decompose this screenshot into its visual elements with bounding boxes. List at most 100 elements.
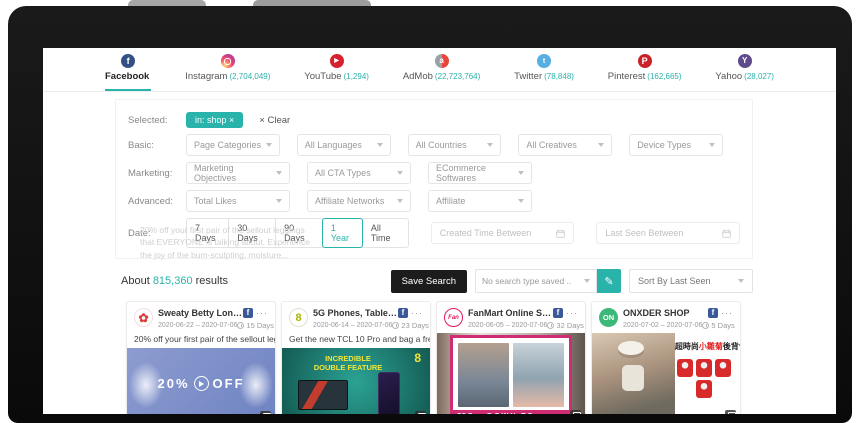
basic-row: Basic: Page Categories All Languages All…	[128, 134, 740, 156]
affiliate-select[interactable]: Affiliate	[428, 190, 532, 212]
total-likes-select[interactable]: Total Likes	[186, 190, 290, 212]
more-menu-icon[interactable]: ···	[256, 311, 268, 316]
creatives-select[interactable]: All Creatives	[518, 134, 612, 156]
ad-card[interactable]: Fan FanMart Online Shopping - F... f··· …	[436, 301, 586, 414]
play-icon[interactable]	[194, 376, 209, 391]
media-type-badge	[725, 410, 736, 414]
page-categories-select[interactable]: Page Categories	[186, 134, 280, 156]
yahoo-icon: Y	[738, 54, 752, 68]
ad-card[interactable]: 8 5G Phones, Tablets & SIMs | ... f··· 2…	[281, 301, 431, 414]
tab-label: Facebook	[105, 71, 149, 82]
cta-types-select[interactable]: All CTA Types	[307, 162, 411, 184]
advertiser-logo: Fan	[444, 308, 463, 327]
media-type-badge	[415, 411, 426, 414]
more-menu-icon[interactable]: ···	[411, 311, 423, 316]
affiliate-networks-select[interactable]: Affiliate Networks	[307, 190, 411, 212]
chevron-down-icon	[397, 171, 403, 175]
ad-creative-image[interactable]: 超時尚小雛菊後背包	[592, 333, 740, 414]
results-count: 815,360	[153, 275, 193, 287]
pencil-icon: ✎	[604, 275, 613, 288]
selected-row: Selected: in: shop × × Clear	[128, 112, 740, 128]
calendar-icon	[556, 229, 565, 238]
ad-creative-image[interactable]: DOWN TO $3.5	[437, 333, 585, 414]
tab-count: (78,848)	[544, 72, 574, 81]
facebook-icon: f	[121, 54, 135, 68]
ad-date-range: 2020-07-02 – 2020-07-06	[623, 322, 702, 329]
countries-select[interactable]: All Countries	[408, 134, 502, 156]
facebook-icon: f	[553, 308, 563, 318]
languages-select[interactable]: All Languages	[297, 134, 391, 156]
tab-label: AdMob	[403, 71, 433, 82]
ad-text-tooltip: 20% off your first pair of the sellout l…	[140, 224, 310, 261]
tab-count: (162,665)	[647, 72, 681, 81]
chevron-down-icon	[397, 199, 403, 203]
sort-dropdown[interactable]: Sort By Last Seen	[629, 269, 753, 293]
ecommerce-softwares-select[interactable]: ECommerce Softwares	[428, 162, 532, 184]
marketing-objectives-select[interactable]: Marketing Objectives	[186, 162, 290, 184]
twitter-icon: t	[537, 54, 551, 68]
advertiser-name[interactable]: Sweaty Betty London | Wom...	[158, 308, 243, 318]
facebook-icon: f	[243, 308, 253, 318]
created-time-between-input[interactable]: Created Time Between	[431, 222, 575, 244]
tab-count: (2,704,049)	[229, 72, 270, 81]
ad-date-range: 2020-06-22 – 2020-07-06	[158, 322, 237, 329]
tab-facebook[interactable]: f Facebook	[105, 54, 151, 91]
advertiser-logo: ON	[599, 308, 618, 327]
saved-search-dropdown[interactable]: No search type saved ..	[475, 269, 597, 293]
collage-frame: DOWN TO $3.5	[450, 335, 572, 414]
date-all-time-button[interactable]: All Time	[362, 218, 409, 248]
selected-label: Selected:	[128, 115, 186, 126]
clear-filters-link[interactable]: × Clear	[259, 115, 290, 126]
more-menu-icon[interactable]: ···	[566, 311, 578, 316]
page: f Facebook Instagram(2,704,049) ▶ YouTub…	[0, 0, 860, 423]
chevron-down-icon	[377, 143, 383, 147]
ad-card[interactable]: ON ONXDER SHOP f··· 2020-07-02 – 2020-07…	[591, 301, 741, 414]
ad-creative-image[interactable]: INCREDIBLE DOUBLE FEATURE 8	[282, 348, 430, 414]
app-screen: f Facebook Instagram(2,704,049) ▶ YouTub…	[43, 48, 836, 414]
tab-pinterest[interactable]: P Pinterest(162,665)	[608, 54, 682, 91]
advertiser-name[interactable]: FanMart Online Shopping - F...	[468, 308, 553, 318]
tab-admob[interactable]: a AdMob(22,723,764)	[403, 54, 480, 91]
admob-icon: a	[435, 54, 449, 68]
tablet-frame: f Facebook Instagram(2,704,049) ▶ YouTub…	[8, 6, 852, 423]
device-types-select[interactable]: Device Types	[629, 134, 723, 156]
clock-icon	[392, 322, 399, 329]
ad-date-range: 2020-06-14 – 2020-07-06	[313, 322, 392, 329]
phone-image	[378, 372, 400, 414]
advertiser-logo: 8	[289, 308, 308, 327]
creative-headline: 超時尚小雛菊後背包	[675, 341, 737, 352]
instagram-icon	[221, 54, 235, 68]
ad-date-range: 2020-06-05 – 2020-07-06	[468, 322, 547, 329]
clock-icon	[547, 322, 554, 329]
ad-card[interactable]: ✿ Sweaty Betty London | Wom... f··· 2020…	[126, 301, 276, 414]
tab-instagram[interactable]: Instagram(2,704,049)	[185, 54, 270, 91]
advertiser-name[interactable]: ONXDER SHOP	[623, 308, 690, 318]
tab-twitter[interactable]: t Twitter(78,848)	[514, 54, 574, 91]
keyword-chip[interactable]: in: shop ×	[186, 112, 243, 128]
ad-creative-image[interactable]: 20% OFF	[127, 348, 275, 414]
ad-cards-grid: ✿ Sweaty Betty London | Wom... f··· 2020…	[126, 301, 836, 414]
tab-count: (22,723,764)	[435, 72, 480, 81]
more-menu-icon[interactable]: ···	[721, 311, 733, 316]
results-bar: About 815,360 results Save Search No sea…	[121, 269, 753, 293]
advertiser-name[interactable]: 5G Phones, Tablets & SIMs | ...	[313, 308, 398, 318]
save-search-button[interactable]: Save Search	[391, 270, 467, 293]
tab-youtube[interactable]: ▶ YouTube(1,294)	[304, 54, 369, 91]
chevron-down-icon	[266, 143, 272, 147]
tab-yahoo[interactable]: Y Yahoo(28,027)	[715, 54, 774, 91]
chevron-down-icon	[487, 143, 493, 147]
advanced-label: Advanced:	[128, 196, 186, 207]
calendar-icon	[722, 229, 731, 238]
media-type-badge	[260, 411, 271, 414]
date-1-year-button[interactable]: 1 Year	[322, 218, 363, 248]
chevron-down-icon	[738, 279, 744, 283]
chevron-down-icon	[584, 279, 590, 283]
edit-saved-search-button[interactable]: ✎	[597, 269, 621, 293]
results-count-text: About 815,360 results	[121, 275, 228, 287]
facebook-icon: f	[398, 308, 408, 318]
creative-headline: INCREDIBLE DOUBLE FEATURE	[310, 354, 386, 372]
chevron-down-icon	[276, 199, 282, 203]
creative-headline: 20% OFF	[127, 376, 275, 391]
advanced-row: Advanced: Total Likes Affiliate Networks…	[128, 190, 740, 212]
last-seen-between-input[interactable]: Last Seen Between	[596, 222, 740, 244]
